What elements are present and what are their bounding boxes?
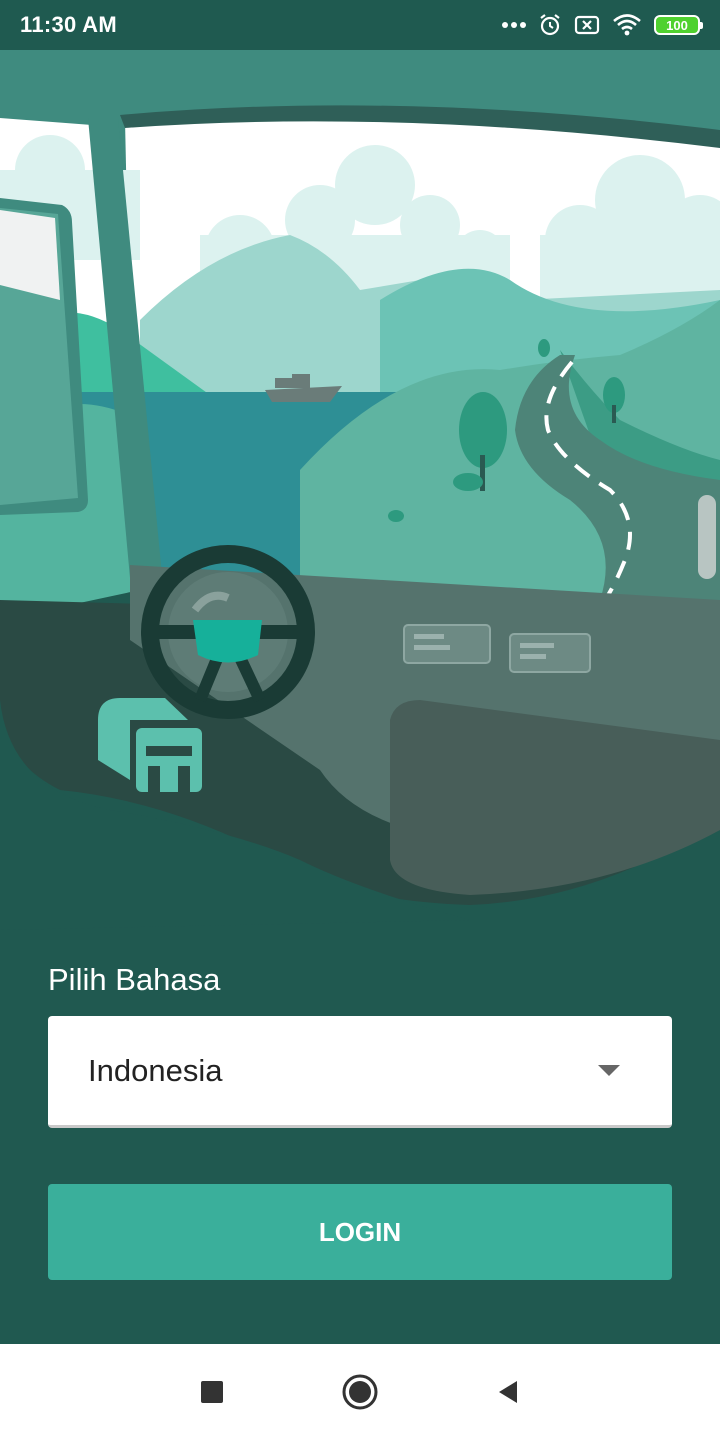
battery-level: 100 <box>666 17 688 33</box>
recents-square-icon[interactable] <box>188 1368 236 1416</box>
wifi-icon <box>612 13 642 37</box>
alarm-icon <box>538 13 562 37</box>
status-time: 11:30 AM <box>20 12 117 37</box>
hero-illustration <box>0 50 720 940</box>
language-selected-value: Indonesia <box>88 1052 223 1088</box>
back-triangle-icon[interactable] <box>484 1368 532 1416</box>
language-label: Pilih Bahasa <box>48 962 221 997</box>
language-select[interactable]: Indonesia <box>48 1016 672 1128</box>
home-circle-icon[interactable] <box>336 1368 384 1416</box>
more-dots-icon <box>502 21 526 29</box>
sim-off-icon <box>574 14 600 36</box>
login-button[interactable]: LOGIN <box>48 1184 672 1280</box>
status-bar: 11:30 AM 100 <box>0 0 720 50</box>
nav-bar <box>0 1344 720 1440</box>
caret-down-icon <box>598 1065 620 1076</box>
truck-cab-view-illustration <box>0 50 720 940</box>
status-icons: 100 <box>502 13 703 37</box>
battery-icon: 100 <box>654 15 703 35</box>
